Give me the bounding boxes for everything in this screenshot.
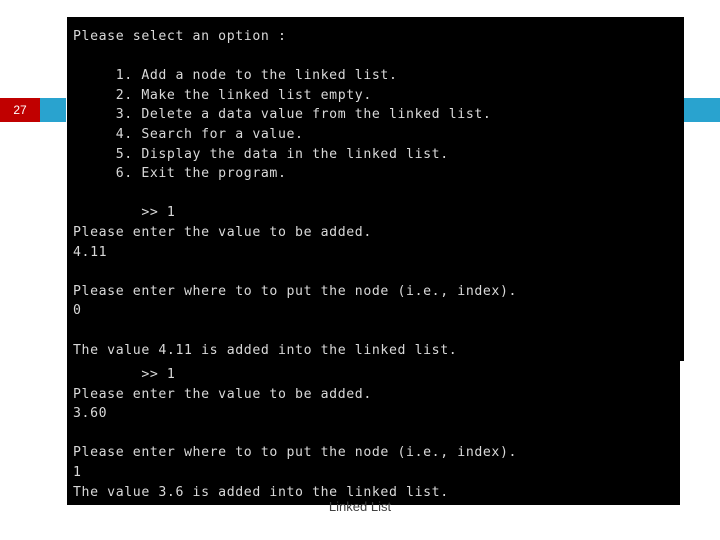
console-line: 5. Display the data in the linked list. <box>73 146 449 162</box>
console-line: 2. Make the linked list empty. <box>73 87 372 103</box>
slide-number-badge: 27 <box>0 98 40 122</box>
slide-caption: Linked List <box>328 499 392 514</box>
console-line: 4.11 <box>73 244 108 260</box>
slide-number-text: 27 <box>13 103 27 117</box>
console-line: Please select an option : <box>73 29 287 44</box>
console-line: 1. Add a node to the linked list. <box>73 68 398 84</box>
console-line: Please enter where to to put the node (i… <box>73 445 518 461</box>
console-line: 1 <box>73 464 82 480</box>
console-line: 0 <box>73 303 82 319</box>
console-line: Please enter the value to be added. <box>73 224 372 240</box>
console-line: 6. Exit the program. <box>73 166 287 182</box>
accent-bar-right <box>684 98 720 122</box>
console-line: >> 1 <box>73 367 176 382</box>
console-line: Please enter where to to put the node (i… <box>73 283 518 299</box>
console-window-top: Please select an option : 1. Add a node … <box>67 17 684 361</box>
console-window-bottom: >> 1 Please enter the value to be added. 3… <box>67 357 680 505</box>
console-line: 3. Delete a data value from the linked l… <box>73 107 492 123</box>
accent-bar-left <box>40 98 66 122</box>
console-line: 3.60 <box>73 406 108 422</box>
console-line: Please enter the value to be added. <box>73 386 372 402</box>
console-line: 4. Search for a value. <box>73 126 304 142</box>
console-line: >> 1 <box>73 205 176 221</box>
